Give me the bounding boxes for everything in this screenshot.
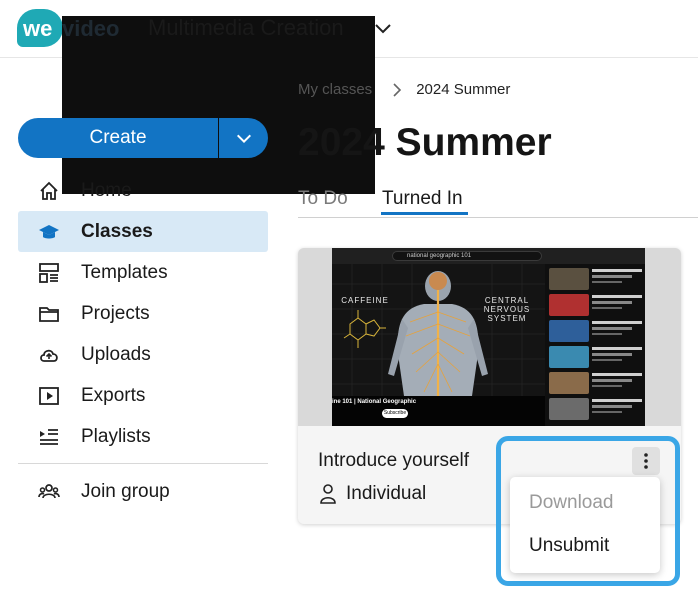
sidebar-item-home[interactable]: Home xyxy=(18,170,268,211)
folder-icon xyxy=(39,307,59,322)
sidebar-item-playlists[interactable]: Playlists xyxy=(18,416,268,457)
person-icon xyxy=(320,484,336,504)
menu-item-download: Download xyxy=(529,492,614,513)
tab-turned-in[interactable]: Turned In xyxy=(382,188,463,210)
thumbnail-caption: ine 101 | National Geographic xyxy=(332,399,417,405)
create-dropdown-button[interactable] xyxy=(219,118,268,158)
sidebar-item-projects[interactable]: Projects xyxy=(18,293,268,334)
assignment-title: Introduce yourself xyxy=(318,450,470,471)
assignment-type: Individual xyxy=(320,483,426,505)
recommendation-item xyxy=(549,320,645,342)
thumbnail-subscribe: Subscribe xyxy=(382,409,408,418)
active-tab-indicator xyxy=(381,212,468,215)
menu-item-unsubmit[interactable]: Unsubmit xyxy=(529,535,609,557)
thumbnail-caption-bar: ine 101 | National Geographic Subscribe xyxy=(332,396,545,426)
play-box-icon xyxy=(39,387,59,405)
anatomy-illustration xyxy=(332,264,545,396)
graduation-cap-icon xyxy=(39,225,59,239)
page-title: 2024 Summer xyxy=(298,121,552,164)
sidebar-item-classes[interactable]: Classes xyxy=(18,211,268,252)
breadcrumb-current: 2024 Summer xyxy=(416,81,511,98)
logo-we: we xyxy=(23,16,53,41)
sidebar-item-label: Uploads xyxy=(81,343,151,365)
thumbnail-label-cns: CENTRAL NERVOUS SYSTEM xyxy=(483,296,531,323)
templates-icon xyxy=(39,263,59,283)
workspace-name[interactable]: Multimedia Creation xyxy=(148,15,344,41)
sidebar-item-exports[interactable]: Exports xyxy=(18,375,268,416)
sidebar-item-label: Templates xyxy=(81,261,168,283)
chevron-down-icon xyxy=(236,134,251,144)
more-options-button[interactable] xyxy=(632,447,660,475)
chevron-right-icon xyxy=(393,82,402,97)
join-group-label: Join group xyxy=(81,480,170,502)
thumbnail-search-bar: national geographic 101 xyxy=(332,248,645,264)
recommendation-item xyxy=(549,372,645,394)
sidebar-item-templates[interactable]: Templates xyxy=(18,252,268,293)
thumbnail-image: national geographic 101 CAFFEINE CENTRAL… xyxy=(332,248,645,426)
sidebar-item-uploads[interactable]: Uploads xyxy=(18,334,268,375)
create-button[interactable]: Create xyxy=(18,118,218,158)
thumbnail-search-text: national geographic 101 xyxy=(392,251,542,261)
top-bar: we video Multimedia Creation xyxy=(0,0,698,194)
sidebar-divider xyxy=(18,463,268,464)
tabs: To Do Turned In xyxy=(298,186,698,218)
recommendation-item xyxy=(549,294,645,316)
breadcrumb: My classes 2024 Summer xyxy=(298,81,510,98)
group-icon xyxy=(38,484,60,499)
sidebar-item-label: Home xyxy=(81,179,132,201)
assignment-type-label: Individual xyxy=(346,483,427,504)
playlist-icon xyxy=(40,429,58,445)
thumbnail-label-caffeine: CAFFEINE xyxy=(341,296,389,305)
thumbnail-recommendations xyxy=(545,264,645,426)
sidebar-item-label: Projects xyxy=(81,302,150,324)
breadcrumb-my-classes[interactable]: My classes xyxy=(298,81,372,98)
home-icon xyxy=(40,181,58,200)
sidebar-item-label: Exports xyxy=(81,384,146,406)
logo-video: video xyxy=(62,16,375,194)
sidebar-item-label: Playlists xyxy=(81,425,151,447)
recommendation-item xyxy=(549,268,645,290)
create-button-label: Create xyxy=(89,127,147,148)
recommendation-item xyxy=(549,346,645,368)
sidebar-nav: Home Classes Templates Projects Uploads … xyxy=(18,170,268,512)
recommendation-item xyxy=(549,398,645,420)
video-thumbnail[interactable]: national geographic 101 CAFFEINE CENTRAL… xyxy=(298,248,681,426)
card-options-menu: Download Unsubmit xyxy=(510,477,660,573)
cloud-upload-icon xyxy=(40,349,58,362)
wevideo-logo[interactable]: we video xyxy=(17,9,375,194)
sidebar-item-join-group[interactable]: Join group xyxy=(18,471,268,512)
tab-to-do[interactable]: To Do xyxy=(298,188,348,210)
sidebar-item-label: Classes xyxy=(81,220,153,242)
chevron-down-icon[interactable] xyxy=(373,18,393,38)
more-vertical-icon xyxy=(644,453,648,469)
